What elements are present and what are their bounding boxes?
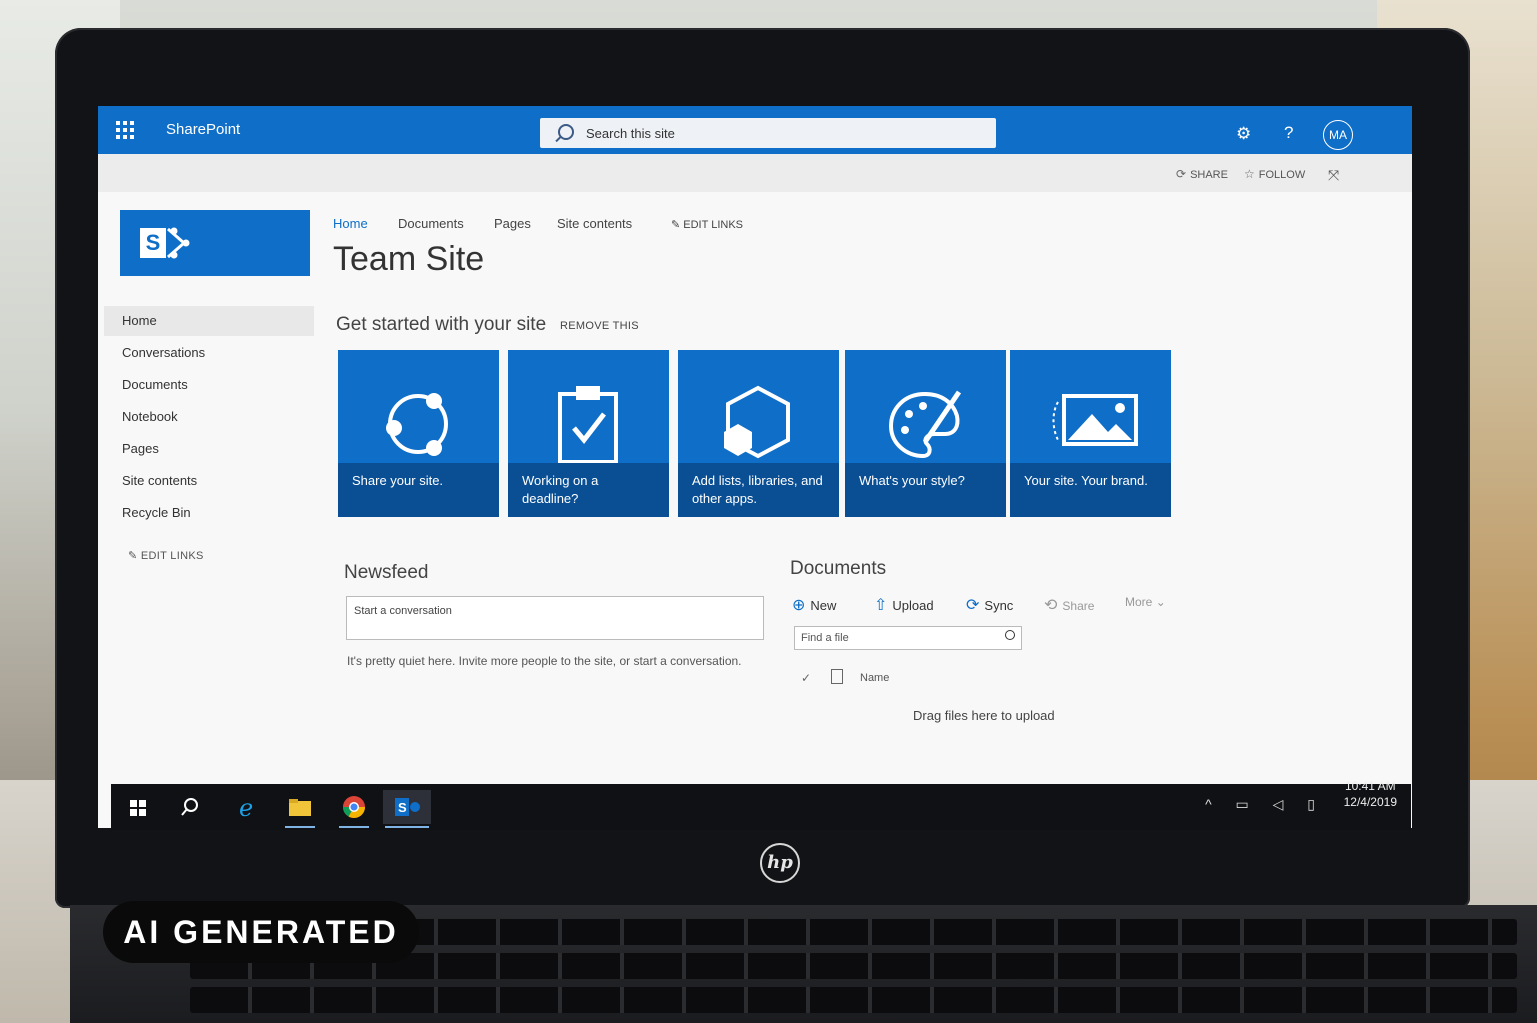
topnav-item-documents[interactable]: Documents <box>398 216 464 231</box>
sharepoint-logo-letter: S <box>140 228 166 258</box>
topnav-edit-links[interactable]: ✎ EDIT LINKS <box>671 218 743 231</box>
leftnav-item-conversations[interactable]: Conversations <box>104 338 314 368</box>
focus-content-icon[interactable]: ⤧ <box>1328 167 1339 184</box>
windows-taskbar: e S ^ ▭ ◁ ▯ 10:41 AM 12/4/2019 <box>111 779 1411 830</box>
svg-text:S: S <box>398 800 407 815</box>
upload-button[interactable]: ⇧ Upload <box>874 595 934 615</box>
sync-icon: ⟳ <box>966 597 980 614</box>
share-button[interactable]: ⟳ SHARE <box>1176 167 1228 181</box>
newsfeed-hint: It's pretty quiet here. Invite more peop… <box>347 654 742 668</box>
leftnav-item-home[interactable]: Home <box>104 306 314 336</box>
search-input[interactable]: Search this site <box>540 118 996 148</box>
sharepoint-taskbar-icon[interactable]: S <box>383 790 431 828</box>
tile-caption: Your site. Your brand. <box>1010 463 1171 517</box>
leftnav-item-notebook[interactable]: Notebook <box>104 402 314 432</box>
leftnav-item-pages[interactable]: Pages <box>104 434 314 464</box>
tile-whats-your-style[interactable]: What's your style? <box>845 350 1006 517</box>
file-type-icon <box>831 669 843 684</box>
hexagon-apps-icon <box>724 385 790 459</box>
help-icon[interactable]: ? <box>1284 123 1293 143</box>
ai-generated-badge: AI GENERATED <box>103 901 419 963</box>
follow-button[interactable]: ☆ FOLLOW <box>1244 167 1305 181</box>
topnav-item-site-contents[interactable]: Site contents <box>557 216 632 231</box>
pencil-icon: ✎ <box>671 219 681 231</box>
chevron-down-icon: ⌄ <box>1155 595 1166 609</box>
search-placeholder: Search this site <box>586 126 675 141</box>
tile-caption: Add lists, libraries, and other apps. <box>678 463 839 517</box>
tile-caption: Share your site. <box>338 463 499 517</box>
leftnav-item-recycle-bin[interactable]: Recycle Bin <box>104 498 314 528</box>
palette-icon <box>888 390 962 459</box>
sync-button[interactable]: ⟳ Sync <box>966 595 1013 615</box>
leftnav-edit-links[interactable]: ✎ EDIT LINKS <box>128 549 204 562</box>
site-logo[interactable]: S <box>120 210 310 276</box>
tile-share-your-site[interactable]: Share your site. <box>338 350 499 517</box>
tile-your-brand[interactable]: Your site. Your brand. <box>1010 350 1171 517</box>
more-button[interactable]: More ⌄ <box>1125 595 1166 609</box>
left-navigation: Home Conversations Documents Notebook Pa… <box>104 306 314 530</box>
drag-files-hint: Drag files here to upload <box>913 708 1055 723</box>
leftnav-item-documents[interactable]: Documents <box>104 370 314 400</box>
get-started-title: Get started with your site <box>336 314 547 335</box>
share-circle-icon <box>386 393 448 456</box>
sharepoint-logo-icon <box>167 227 190 259</box>
star-icon: ☆ <box>1244 167 1255 181</box>
hp-logo: hp <box>760 843 800 883</box>
picture-frame-icon <box>1052 394 1138 446</box>
avatar[interactable]: MA <box>1323 120 1353 150</box>
search-icon <box>558 124 574 140</box>
tile-caption: Working on a deadline? <box>508 463 669 517</box>
gear-icon[interactable]: ⚙ <box>1236 124 1251 144</box>
topnav-item-home[interactable]: Home <box>333 216 368 231</box>
start-conversation-input[interactable]: Start a conversation <box>346 596 764 640</box>
tile-working-on-deadline[interactable]: Working on a deadline? <box>508 350 669 517</box>
chrome-icon[interactable] <box>337 790 371 828</box>
tile-caption: What's your style? <box>845 463 1006 517</box>
column-header-name[interactable]: Name <box>860 672 889 684</box>
find-file-input[interactable]: Find a file <box>794 626 1022 650</box>
svg-text:e: e <box>239 794 253 822</box>
share-icon: ⟲ <box>1044 597 1058 614</box>
search-icon <box>1005 630 1015 640</box>
clock-time: 10:41 AM <box>1344 779 1396 793</box>
share-bar: ⟳ SHARE ☆ FOLLOW ⤧ <box>98 154 1412 192</box>
upload-icon: ⇧ <box>874 597 888 614</box>
app-title[interactable]: SharePoint <box>166 121 240 138</box>
app-launcher-icon[interactable] <box>116 121 134 139</box>
topnav-item-pages[interactable]: Pages <box>494 216 531 231</box>
taskbar-search-icon[interactable] <box>173 790 207 824</box>
remove-this-link[interactable]: REMOVE THIS <box>560 320 639 332</box>
new-document-button[interactable]: ⊕ New <box>792 595 836 615</box>
plus-circle-icon: ⊕ <box>792 597 806 614</box>
newsfeed-title: Newsfeed <box>344 562 429 583</box>
tile-add-apps[interactable]: Add lists, libraries, and other apps. <box>678 350 839 517</box>
page-title: Team Site <box>333 240 485 278</box>
share-document-button[interactable]: ⟲ Share <box>1044 595 1094 615</box>
internet-explorer-icon[interactable]: e <box>230 790 264 824</box>
windows-start-icon[interactable] <box>121 790 155 824</box>
clipboard-check-icon <box>558 386 618 464</box>
file-explorer-icon[interactable] <box>283 790 317 828</box>
select-all-checkmark-icon[interactable]: ✓ <box>801 671 811 685</box>
documents-title: Documents <box>790 558 887 579</box>
laptop-screen: SharePoint Search this site ⚙ ? MA ⟳ SHAR… <box>98 106 1412 828</box>
pencil-icon: ✎ <box>128 550 138 562</box>
suite-bar: SharePoint Search this site ⚙ ? MA <box>98 106 1412 154</box>
share-icon: ⟳ <box>1176 167 1187 181</box>
clock-date: 12/4/2019 <box>1343 795 1397 809</box>
leftnav-item-site-contents[interactable]: Site contents <box>104 466 314 496</box>
system-tray-icons[interactable]: ^ ▭ ◁ ▯ <box>1205 796 1325 813</box>
taskbar-clock[interactable]: 10:41 AM 12/4/2019 <box>1344 778 1397 810</box>
